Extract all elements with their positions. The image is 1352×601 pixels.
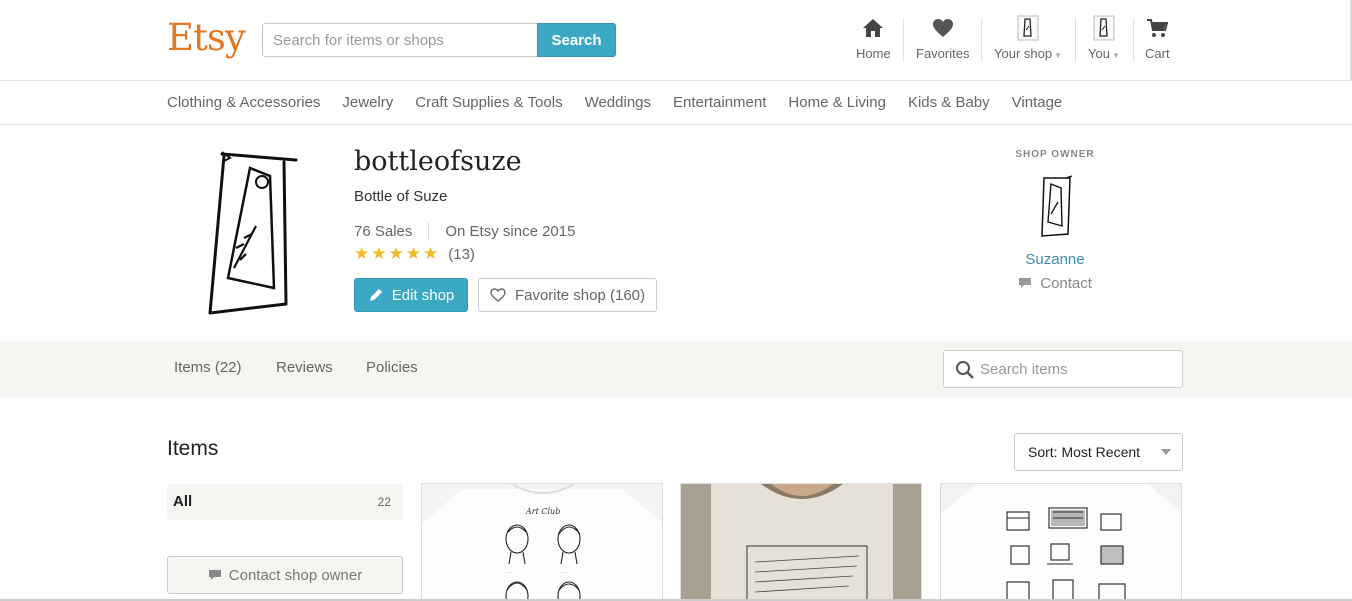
owner-contact-link[interactable]: Contact <box>1000 275 1110 292</box>
category-weddings[interactable]: Weddings <box>585 94 651 111</box>
section-all[interactable]: All 22 <box>167 484 403 520</box>
contact-shop-owner-label: Contact shop owner <box>228 566 363 584</box>
shop-rating[interactable]: ★ ★ ★ ★ ★ (13) <box>354 244 475 264</box>
cart-icon <box>1146 16 1169 40</box>
listing-image <box>941 484 1181 601</box>
heart-outline-icon <box>490 288 506 302</box>
search-button[interactable]: Search <box>537 23 616 57</box>
shop-stats: 76 Sales On Etsy since 2015 <box>354 222 575 240</box>
category-entertainment[interactable]: Entertainment <box>673 94 766 111</box>
nav-divider <box>1075 18 1076 62</box>
home-icon <box>862 16 884 40</box>
star-icon: ★ <box>423 244 439 263</box>
nav-cart-label: Cart <box>1145 46 1170 61</box>
listing-caption: Art Club <box>525 507 560 516</box>
edit-shop-label: Edit shop <box>391 286 455 304</box>
tab-policies[interactable]: Policies <box>366 359 418 376</box>
rating-count: (13) <box>448 245 475 263</box>
shop-name: bottleofsuze <box>354 146 522 177</box>
star-icon: ★ <box>354 244 370 263</box>
category-nav: Clothing & Accessories Jewelry Craft Sup… <box>0 81 1352 125</box>
listing-card[interactable]: Art Club · · · · · · <box>421 483 663 601</box>
nav-favorites-label: Favorites <box>916 46 970 61</box>
nav-home[interactable]: Home <box>856 16 891 66</box>
pencil-icon <box>369 289 382 301</box>
listing-image <box>681 484 921 601</box>
nav-your-shop[interactable]: Your shop ▼ <box>994 15 1062 66</box>
owner-contact-label: Contact <box>1040 275 1092 292</box>
category-craft-supplies[interactable]: Craft Supplies & Tools <box>415 94 562 111</box>
message-icon <box>208 570 221 580</box>
sales-count[interactable]: 76 Sales <box>354 223 412 240</box>
etsy-since: On Etsy since 2015 <box>445 222 576 240</box>
chevron-down-icon: ▼ <box>1054 51 1062 60</box>
shop-owner-heading: SHOP OWNER <box>1015 149 1095 160</box>
svg-text:· · ·: · · · <box>560 570 566 575</box>
user-avatar-icon <box>1092 15 1116 41</box>
shop-tab-bar: Items (22) Reviews Policies <box>0 341 1352 397</box>
category-jewelry[interactable]: Jewelry <box>342 94 393 111</box>
category-home-living[interactable]: Home & Living <box>788 94 886 111</box>
listing-image: Art Club · · · · · · <box>422 484 662 601</box>
nav-cart[interactable]: Cart <box>1145 16 1170 66</box>
owner-avatar[interactable] <box>1036 174 1074 238</box>
items-heading: Items <box>167 437 219 460</box>
chevron-down-icon: ▼ <box>1111 51 1120 60</box>
chevron-down-icon <box>1161 449 1171 455</box>
star-icon: ★ <box>405 244 421 263</box>
heart-icon <box>932 16 954 40</box>
star-icon: ★ <box>388 244 404 263</box>
nav-favorites[interactable]: Favorites <box>916 16 969 66</box>
svg-text:· · ·: · · · <box>506 570 512 575</box>
nav-divider <box>1133 18 1134 62</box>
shop-logo <box>200 148 300 318</box>
etsy-logo[interactable]: Etsy <box>167 16 246 59</box>
section-all-count: 22 <box>377 495 391 509</box>
nav-you-label: You <box>1088 46 1110 61</box>
favorite-shop-button[interactable]: Favorite shop (160) <box>478 278 657 312</box>
search-input[interactable] <box>262 23 538 57</box>
owner-name-link[interactable]: Suzanne <box>1000 251 1110 268</box>
site-header: Etsy Search Home Favorites Your shop▼ Yo… <box>0 0 1352 81</box>
favorite-shop-label: Favorite shop (160) <box>514 286 646 304</box>
items-search-box[interactable] <box>943 350 1183 388</box>
shop-avatar-icon <box>1016 15 1040 41</box>
category-kids-baby[interactable]: Kids & Baby <box>908 94 990 111</box>
message-icon <box>1019 278 1032 288</box>
star-icon: ★ <box>371 244 387 263</box>
listing-card[interactable] <box>940 483 1182 601</box>
sort-dropdown[interactable]: Sort: Most Recent <box>1014 433 1183 471</box>
search-icon <box>956 361 974 379</box>
stats-divider <box>428 222 430 240</box>
category-vintage[interactable]: Vintage <box>1012 94 1063 111</box>
nav-home-label: Home <box>856 46 891 61</box>
sort-label: Sort: Most Recent <box>1028 444 1141 460</box>
nav-you[interactable]: You ▼ <box>1088 15 1120 66</box>
listing-card[interactable] <box>680 483 922 601</box>
edit-shop-button[interactable]: Edit shop <box>354 278 468 312</box>
section-all-label: All <box>173 493 193 510</box>
tab-reviews[interactable]: Reviews <box>276 359 333 376</box>
nav-divider <box>981 18 982 62</box>
shop-title: Bottle of Suze <box>354 188 448 205</box>
category-clothing[interactable]: Clothing & Accessories <box>167 94 320 111</box>
tab-items[interactable]: Items (22) <box>174 359 242 376</box>
items-search-input[interactable] <box>980 351 1178 387</box>
nav-divider <box>903 18 904 62</box>
contact-shop-owner-button[interactable]: Contact shop owner <box>167 556 403 594</box>
nav-your-shop-label: Your shop <box>994 46 1053 61</box>
